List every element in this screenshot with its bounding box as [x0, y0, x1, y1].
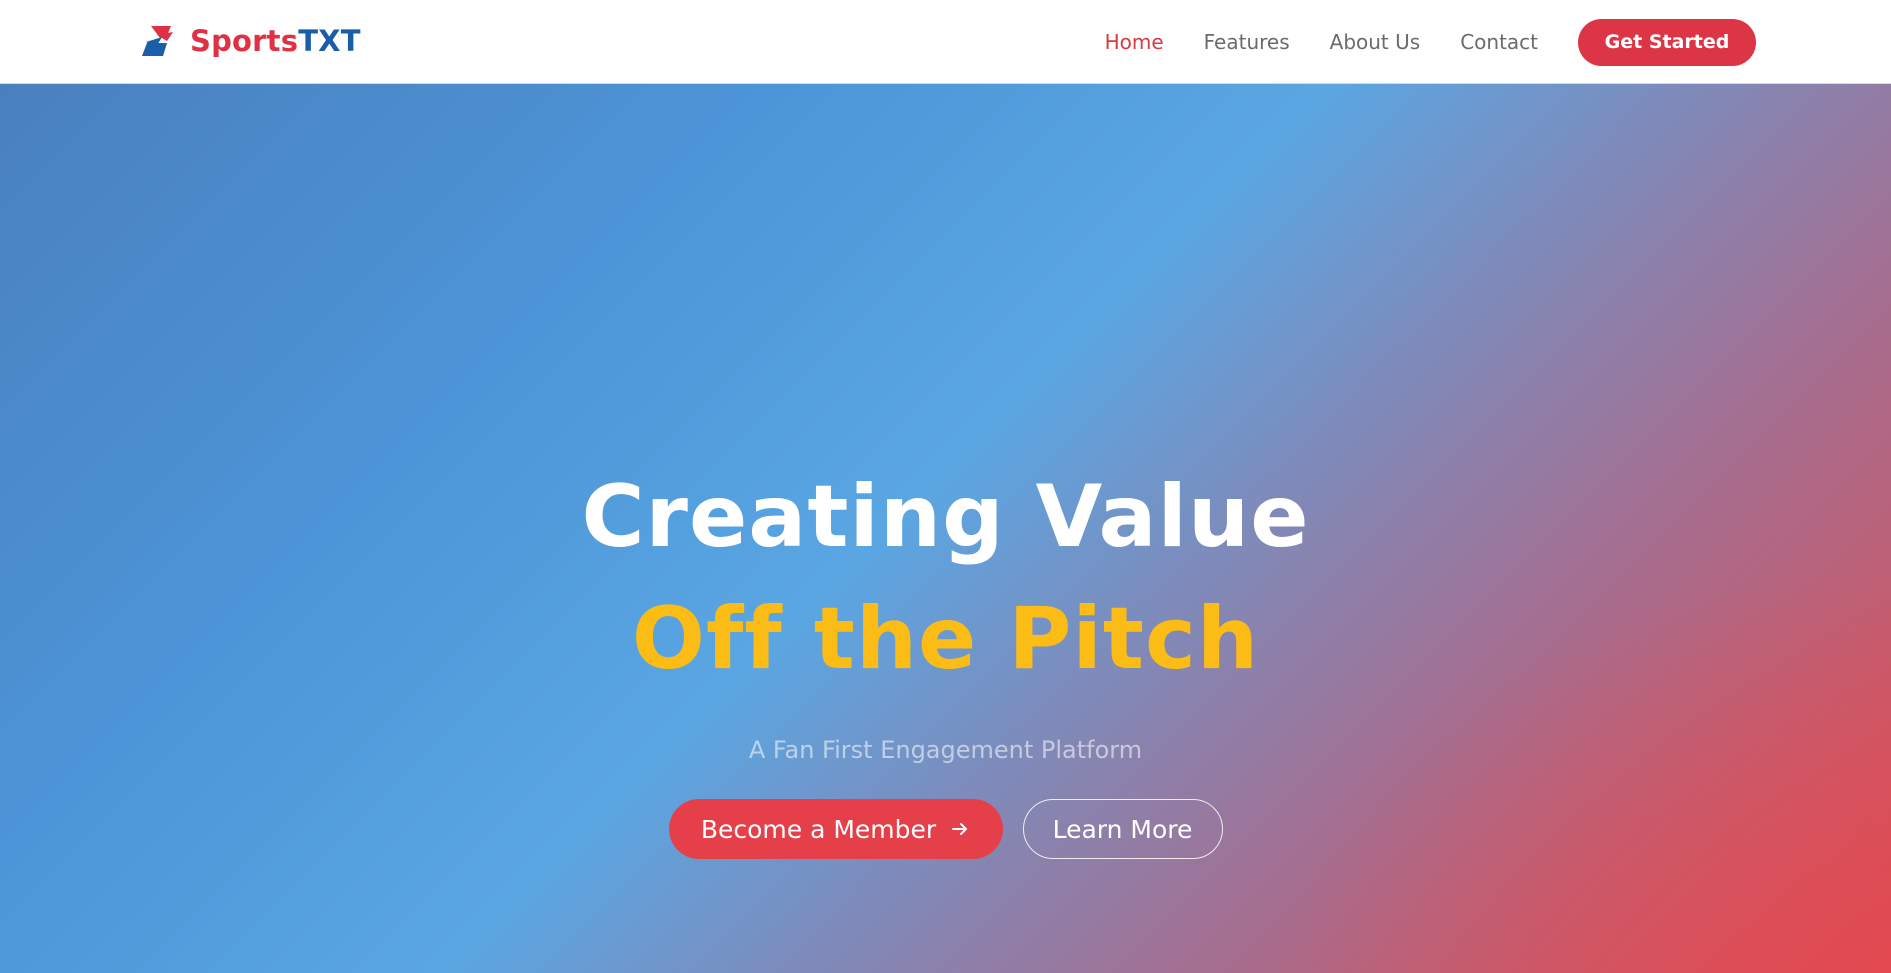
learn-more-button[interactable]: Learn More [1022, 799, 1223, 859]
hero-actions: Become a Member Learn More [0, 799, 1891, 859]
nav-link-about-us[interactable]: About Us [1330, 30, 1421, 54]
nav-link-features[interactable]: Features [1204, 30, 1290, 54]
navbar: SportsTXT Home Features About Us Contact… [0, 0, 1891, 84]
hero-title-line-2: Off the Pitch [631, 589, 1260, 689]
lightning-bolt-icon [142, 26, 173, 56]
become-member-button[interactable]: Become a Member [668, 799, 1003, 859]
nav-menu: Home Features About Us Contact Get Start… [1105, 18, 1756, 66]
get-started-button[interactable]: Get Started [1578, 18, 1756, 66]
hero-section: Creating Value Off the Pitch A Fan First… [0, 84, 1891, 973]
brand-name-sports: Sports [190, 24, 299, 58]
hero-subtitle: A Fan First Engagement Platform [748, 736, 1143, 764]
nav-link-home[interactable]: Home [1105, 30, 1164, 54]
become-member-label: Become a Member [700, 814, 937, 844]
nav-link-contact[interactable]: Contact [1460, 30, 1538, 54]
brand-logo[interactable]: SportsTXT [140, 23, 361, 59]
arrow-right-icon [952, 823, 968, 835]
hero-title-line-1: Creating Value [581, 467, 1310, 567]
brand-name-txt: TXT [298, 24, 361, 58]
learn-more-label: Learn More [1052, 814, 1193, 844]
brand-name: SportsTXT [190, 23, 361, 59]
